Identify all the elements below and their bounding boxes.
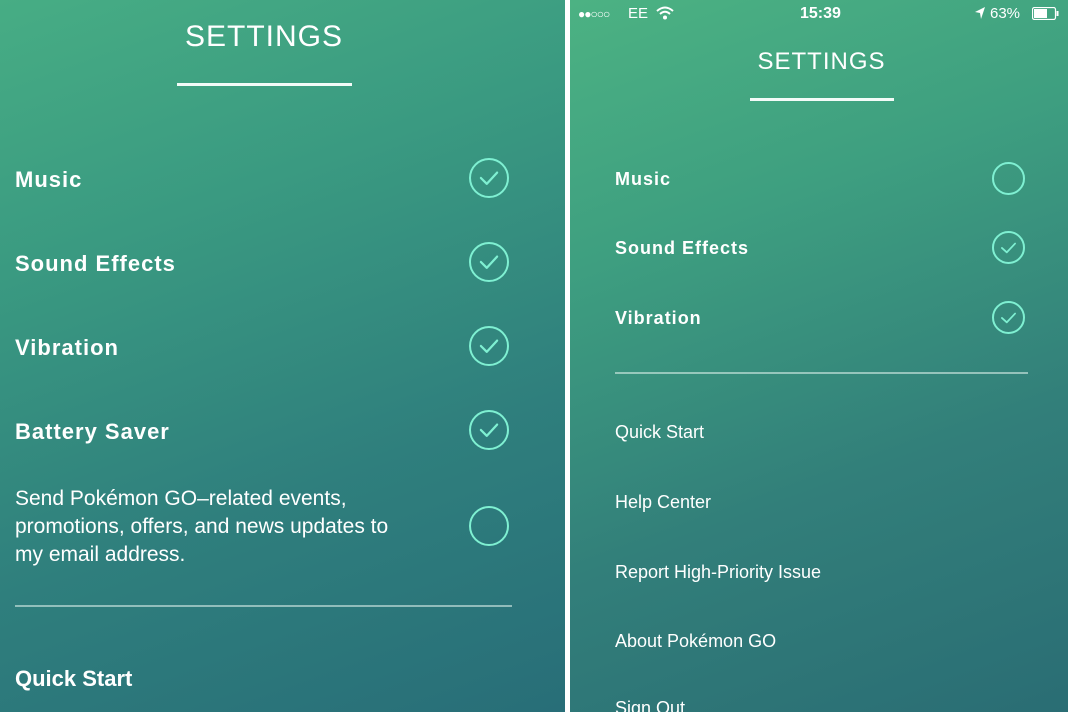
setting-label: Vibration <box>615 308 702 328</box>
section-divider <box>15 605 512 607</box>
link-quick-start[interactable]: Quick Start <box>615 422 704 443</box>
section-divider <box>615 372 1028 374</box>
setting-label: Sound Effects <box>615 238 750 258</box>
setting-label: Vibration <box>15 335 119 360</box>
setting-label: Music <box>615 169 672 189</box>
check-circle-icon[interactable] <box>469 242 509 282</box>
check-circle-icon[interactable] <box>469 326 509 366</box>
wifi-icon <box>656 6 674 24</box>
battery-percent: 63% <box>990 5 1021 22</box>
link-help-center[interactable]: Help Center <box>615 492 711 513</box>
empty-circle-icon[interactable] <box>469 506 509 546</box>
link-about[interactable]: About Pokémon GO <box>615 631 776 652</box>
setting-label: Sound Effects <box>15 251 176 276</box>
battery-icon <box>1031 6 1060 24</box>
setting-label: Battery Saver <box>15 419 170 444</box>
email-optin-line: Send Pokémon GO–related events, <box>15 487 347 510</box>
link-quick-start[interactable]: Quick Start <box>15 666 132 692</box>
check-circle-icon[interactable] <box>992 301 1025 334</box>
page-title: SETTINGS <box>757 48 886 75</box>
check-circle-icon[interactable] <box>992 231 1025 264</box>
title-underline <box>750 98 894 101</box>
status-bar: ●●○○○ EE 15:39 63% <box>570 0 1068 28</box>
email-optin-line: my email address. <box>15 543 186 566</box>
link-report-issue[interactable]: Report High-Priority Issue <box>615 562 821 583</box>
page-title: SETTINGS <box>184 20 343 53</box>
email-optin-line: promotions, offers, and news updates to <box>15 515 389 538</box>
link-sign-out[interactable]: Sign Out <box>615 698 685 712</box>
clock: 15:39 <box>800 5 841 22</box>
left-settings-screen: SETTINGS Music Sound Effects Vibration B… <box>0 0 565 712</box>
check-circle-icon[interactable] <box>469 158 509 198</box>
right-settings-screen: ●●○○○ EE 15:39 63% SETTINGS Music Sound … <box>570 0 1068 712</box>
location-arrow-icon <box>974 6 986 24</box>
signal-strength-icon: ●●○○○ <box>578 7 610 21</box>
title-underline <box>177 83 352 86</box>
check-circle-icon[interactable] <box>469 410 509 450</box>
empty-circle-icon[interactable] <box>992 162 1025 195</box>
carrier-label: EE <box>628 5 649 22</box>
setting-label: Music <box>15 167 83 192</box>
